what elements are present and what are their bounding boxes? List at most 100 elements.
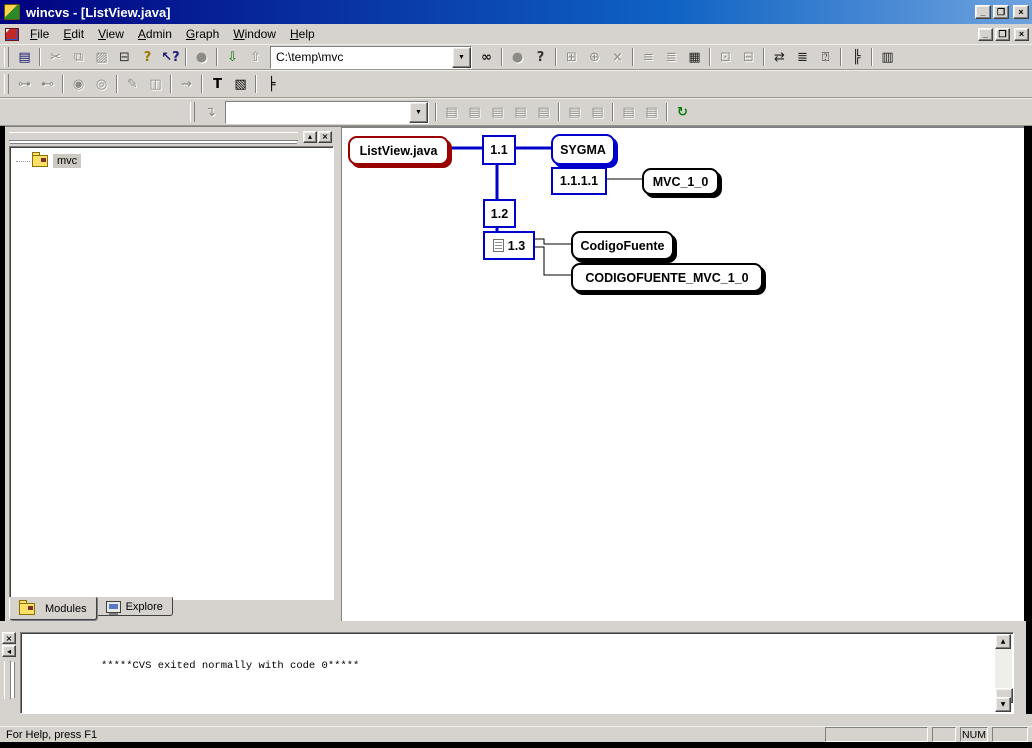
graph-node-mvc-1-0[interactable]: MVC_1_0 bbox=[642, 168, 719, 195]
checkout-module-button[interactable]: ⇩ bbox=[221, 46, 244, 68]
tab-modules-label: Modules bbox=[45, 603, 87, 615]
window-close-button[interactable]: × bbox=[1013, 5, 1029, 19]
panel-minimize-button[interactable]: ▴ bbox=[303, 131, 317, 143]
status-file-button[interactable]: ⍰ bbox=[814, 46, 837, 68]
browse-path-combo-input[interactable] bbox=[271, 47, 452, 68]
mdi-close-button[interactable]: × bbox=[1014, 28, 1029, 41]
context-help-button[interactable]: ↖? bbox=[159, 46, 182, 68]
toolbar-grip[interactable] bbox=[4, 47, 9, 67]
binary-mode-icon: ▧ bbox=[234, 78, 246, 91]
refresh-button[interactable]: ↻ bbox=[671, 101, 694, 123]
dropdown-arrow-icon: ▼ bbox=[458, 54, 465, 61]
save-button[interactable]: ▤ bbox=[13, 46, 36, 68]
scroll-up-button[interactable]: ▲ bbox=[995, 634, 1011, 649]
context-help-icon: ↖? bbox=[161, 51, 179, 64]
stop-cvs-button: ● bbox=[506, 46, 529, 68]
print-button[interactable]: ⊟ bbox=[113, 46, 136, 68]
tree-mode-button: ≣ bbox=[660, 46, 683, 68]
list-view-button[interactable]: ▦ bbox=[683, 46, 706, 68]
tree-mode-icon: ≣ bbox=[666, 51, 677, 64]
tree-item-mvc[interactable]: mvc bbox=[16, 154, 81, 168]
status-pane bbox=[825, 727, 928, 742]
graph-node-rev-1-1[interactable]: 1.1 bbox=[482, 135, 516, 165]
graph-node-label: 1.3 bbox=[508, 239, 525, 253]
menu-help[interactable]: Help bbox=[283, 25, 322, 43]
graph-node-codigofuente[interactable]: CodigoFuente bbox=[571, 231, 674, 260]
cvs-query-button[interactable]: ? bbox=[529, 46, 552, 68]
console-dock-bar: × ◂ bbox=[2, 632, 18, 712]
mdi-minimize-button[interactable]: _ bbox=[978, 28, 993, 41]
menu-graph[interactable]: Graph bbox=[179, 25, 226, 43]
console-scrollbar[interactable]: ▲ ▼ bbox=[995, 634, 1012, 712]
document-icon[interactable] bbox=[5, 28, 19, 41]
toolbar-separator bbox=[39, 48, 41, 66]
modules-tree[interactable]: mvc bbox=[9, 146, 334, 600]
console-region: × ◂ *****CVS exited normally with code 0… bbox=[0, 630, 1026, 714]
graph-node-rev-1-3[interactable]: 1.3 bbox=[483, 231, 535, 260]
graph-node-sygma[interactable]: SYGMA bbox=[551, 134, 615, 165]
save-icon: ▤ bbox=[18, 51, 30, 64]
grip-lines-icon bbox=[9, 132, 298, 141]
folder-icon bbox=[19, 603, 35, 615]
add-file-icon: ⊞ bbox=[566, 51, 577, 64]
tab-modules[interactable]: Modules bbox=[9, 597, 97, 620]
flat-mode-button: ≡ bbox=[637, 46, 660, 68]
stop-cvs-icon: ● bbox=[512, 51, 523, 64]
graph-node-rev-1-2[interactable]: 1.2 bbox=[483, 199, 516, 228]
toolbar-separator bbox=[666, 103, 668, 121]
toolbar-separator bbox=[763, 48, 765, 66]
unlock-file-button: ⊷ bbox=[36, 73, 59, 95]
menu-items: FileEditViewAdminGraphWindowHelp bbox=[23, 25, 322, 43]
mdi-restore-button[interactable]: ❐ bbox=[995, 28, 1010, 41]
graph-node-label: CODIGOFUENTE_MVC_1_0 bbox=[585, 271, 748, 285]
tab-explore[interactable]: Explore bbox=[96, 597, 173, 616]
menu-edit[interactable]: Edit bbox=[56, 25, 91, 43]
filter-combo-dropdown-button[interactable]: ▼ bbox=[409, 102, 428, 123]
menu-admin[interactable]: Admin bbox=[131, 25, 179, 43]
branch-graph-button[interactable]: ╞ bbox=[260, 73, 283, 95]
graph-node-listview-java[interactable]: ListView.java bbox=[348, 136, 449, 165]
trash-button[interactable]: ▥ bbox=[876, 46, 899, 68]
scroll-down-button[interactable]: ▼ bbox=[995, 697, 1011, 712]
diff-file-button[interactable]: ⇄ bbox=[768, 46, 791, 68]
graph-node-codigofuente-mvc-1-0[interactable]: CODIGOFUENTE_MVC_1_0 bbox=[571, 263, 763, 292]
console-collapse-button[interactable]: ◂ bbox=[2, 645, 16, 657]
lock-file-icon: ⊶ bbox=[18, 78, 31, 91]
refresh-icon: ↻ bbox=[677, 106, 688, 119]
menu-file[interactable]: File bbox=[23, 25, 56, 43]
toolbar-separator bbox=[709, 48, 711, 66]
toolbar-separator bbox=[558, 103, 560, 121]
browse-path-combo-dropdown-button[interactable]: ▼ bbox=[452, 47, 471, 68]
browse-path-combo: ▼ bbox=[270, 46, 472, 69]
toolbar-grip[interactable] bbox=[4, 74, 9, 94]
release-module-icon: ⇝ bbox=[181, 78, 192, 91]
console-grip-icon[interactable] bbox=[4, 661, 11, 699]
search-binoculars-button[interactable]: ∞ bbox=[475, 46, 498, 68]
menu-window[interactable]: Window bbox=[226, 25, 283, 43]
binary-mode-button[interactable]: ▧ bbox=[229, 73, 252, 95]
graph-node-rev-1-1-1-1[interactable]: 1.1.1.1 bbox=[551, 167, 607, 195]
up-one-level-button: ⊟ bbox=[737, 46, 760, 68]
window-restore-button[interactable]: ❐ bbox=[993, 5, 1009, 19]
menu-bar: FileEditViewAdminGraphWindowHelp _❐ × bbox=[0, 24, 1032, 44]
text-mode-button[interactable]: T bbox=[206, 73, 229, 95]
checkin-selection-icon: ⇧ bbox=[250, 51, 261, 64]
watch-on-button: ◉ bbox=[67, 73, 90, 95]
panel-grip[interactable]: ▴ × bbox=[9, 130, 332, 143]
graph-node-label: ListView.java bbox=[360, 144, 438, 158]
panel-close-button[interactable]: × bbox=[318, 131, 332, 143]
app-icon[interactable] bbox=[4, 4, 20, 20]
watch-off-icon: ◎ bbox=[96, 78, 107, 91]
menu-view[interactable]: View bbox=[91, 25, 131, 43]
output-console[interactable]: *****CVS exited normally with code 0****… bbox=[20, 632, 1014, 714]
status-file-icon: ⍰ bbox=[822, 51, 830, 64]
tree-item-label[interactable]: mvc bbox=[53, 154, 81, 168]
graph-file-button[interactable]: ╠ bbox=[845, 46, 868, 68]
filter-combo-input[interactable] bbox=[226, 102, 409, 123]
log-file-button[interactable]: ≣ bbox=[791, 46, 814, 68]
window-minimize-button[interactable]: _ bbox=[975, 5, 991, 19]
console-close-button[interactable]: × bbox=[2, 632, 16, 644]
help-button[interactable]: ? bbox=[136, 46, 159, 68]
revision-graph-panel[interactable]: ListView.java 1.1 SYGMA1.1.1.1 MVC_1_0 1.2 1.… bbox=[341, 127, 1024, 621]
toolbar-grip[interactable] bbox=[190, 102, 195, 122]
